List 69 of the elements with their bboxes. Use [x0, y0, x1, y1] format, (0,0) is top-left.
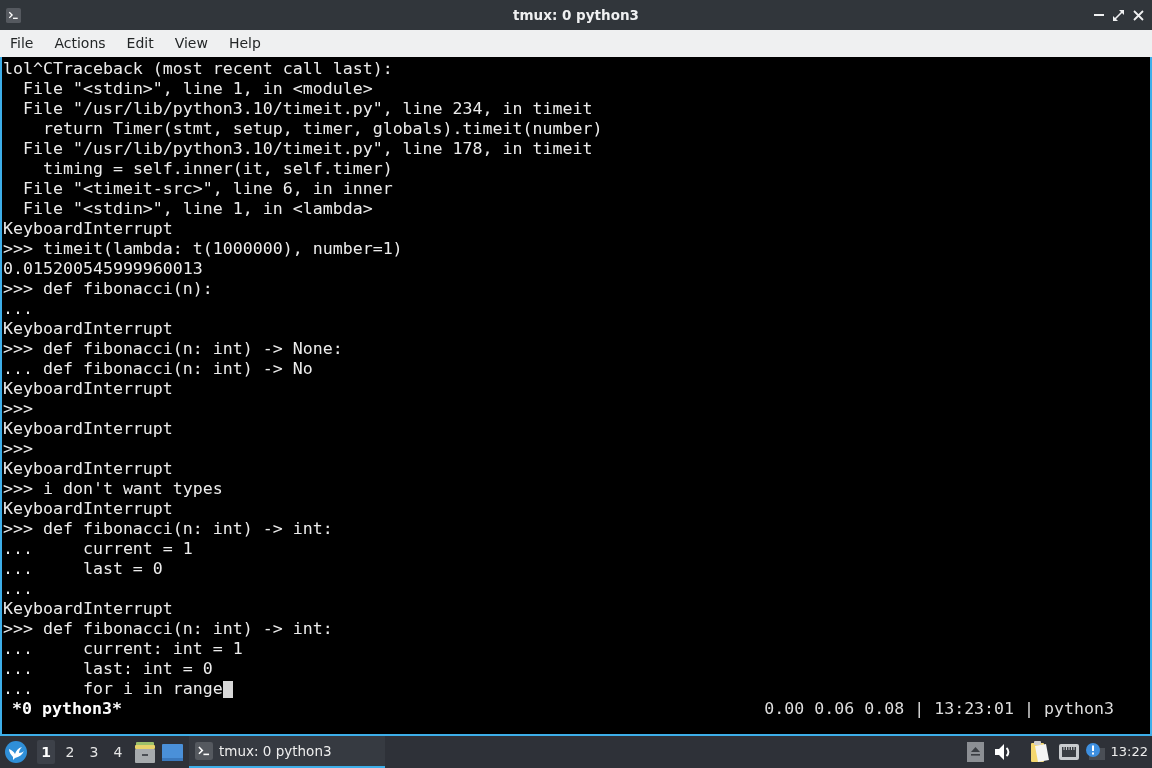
- minimize-icon: [1093, 14, 1104, 16]
- speaker-icon: [993, 743, 1012, 761]
- tmux-window-label: *0 python3*: [12, 699, 122, 719]
- terminal-line: File "/usr/lib/python3.10/timeit.py", line 234, in timeit: [23, 99, 593, 119]
- terminal-line: File "<timeit-src>", line 6, in inner: [23, 179, 393, 199]
- close-button[interactable]: [1133, 9, 1144, 21]
- terminal-line: >>>: [3, 399, 33, 419]
- terminal-line: timing = self.inner(it, self.timer): [42, 159, 393, 179]
- terminal-line: KeyboardInterrupt: [3, 459, 173, 479]
- terminal-line: >>> def fibonacci(n: int) -> int:: [3, 619, 333, 639]
- restore-icon: [1113, 9, 1124, 21]
- restore-button[interactable]: [1113, 9, 1124, 21]
- file-manager-button[interactable]: [134, 741, 156, 763]
- network-button[interactable]: [1058, 744, 1079, 760]
- volume-button[interactable]: [993, 743, 1012, 761]
- terminal-line: KeyboardInterrupt: [3, 379, 173, 399]
- terminal-line: KeyboardInterrupt: [3, 419, 173, 439]
- task-button[interactable]: tmux: 0 python3: [189, 736, 385, 768]
- terminal-line: lol^CTraceback (most recent call last):: [3, 59, 393, 79]
- show-desktop-button[interactable]: [162, 743, 183, 761]
- terminal-line: return Timer(stmt, setup, timer, globals).timeit(number): [42, 119, 603, 139]
- menu-item[interactable]: File: [0, 33, 44, 53]
- terminal-line: >>> def fibonacci(n: int) -> int:: [3, 519, 333, 539]
- terminal-line: ... def fibonacci(n: int) -> No: [3, 359, 313, 379]
- menu-item[interactable]: View: [164, 33, 218, 53]
- file-cabinet-icon: [134, 741, 156, 763]
- terminal-line: >>> def fibonacci(n: int) -> None:: [3, 339, 343, 359]
- close-icon: [1133, 9, 1144, 21]
- terminal-line: ... for i in range: [3, 679, 223, 699]
- notification-button[interactable]: [1084, 742, 1105, 762]
- tmux-status-info: 0.00 0.06 0.08 | 13:23:01 | python3: [764, 699, 1114, 719]
- terminal-line: >>> def fibonacci(n):: [3, 279, 213, 299]
- eject-icon: [966, 742, 984, 762]
- window-title: tmux: 0 python3: [513, 5, 639, 25]
- menu-item[interactable]: Edit: [116, 33, 164, 53]
- desktop-icon: [162, 743, 183, 761]
- terminal-line: KeyboardInterrupt: [3, 319, 173, 339]
- terminal-line: >>> i don't want types: [3, 479, 223, 499]
- terminal-line: ... last: int = 0: [3, 659, 213, 679]
- terminal-line: ... current: int = 1: [3, 639, 243, 659]
- terminal-icon: [6, 7, 21, 23]
- terminal-icon: [195, 742, 213, 760]
- terminal-line: File "<stdin>", line 1, in <module>: [23, 79, 373, 99]
- workspace-button[interactable]: 3: [85, 740, 103, 764]
- terminal-line: KeyboardInterrupt: [3, 599, 173, 619]
- terminal-line: ...: [3, 579, 33, 599]
- menu-item[interactable]: Actions: [44, 33, 116, 53]
- terminal-line: ... last = 0: [3, 559, 163, 579]
- terminal-line: KeyboardInterrupt: [3, 499, 173, 519]
- terminal-line: KeyboardInterrupt: [3, 219, 173, 239]
- workspace-button[interactable]: 1: [37, 740, 55, 764]
- start-menu-button[interactable]: [5, 741, 27, 763]
- terminal-line: File "/usr/lib/python3.10/timeit.py", line 178, in timeit: [23, 139, 593, 159]
- terminal-line: ...: [3, 299, 33, 319]
- workspace-button[interactable]: 4: [109, 740, 127, 764]
- network-icon: [1058, 744, 1079, 760]
- clipboard-icon: [1030, 741, 1049, 763]
- menu-item[interactable]: Help: [218, 33, 271, 53]
- clock: 13:22: [1110, 743, 1148, 762]
- workspace-button[interactable]: 2: [61, 740, 79, 764]
- terminal-line: File "<stdin>", line 1, in <lambda>: [23, 199, 373, 219]
- terminal-line: 0.015200545999960013: [3, 259, 203, 279]
- bird-logo-icon: [5, 741, 27, 763]
- clipboard-button[interactable]: [1030, 741, 1049, 763]
- alert-icon: [1084, 742, 1105, 762]
- terminal-line: >>>: [3, 439, 33, 459]
- terminal-line: >>> timeit(lambda: t(1000000), number=1): [3, 239, 403, 259]
- terminal-line: ... current = 1: [3, 539, 193, 559]
- eject-button[interactable]: [966, 742, 984, 762]
